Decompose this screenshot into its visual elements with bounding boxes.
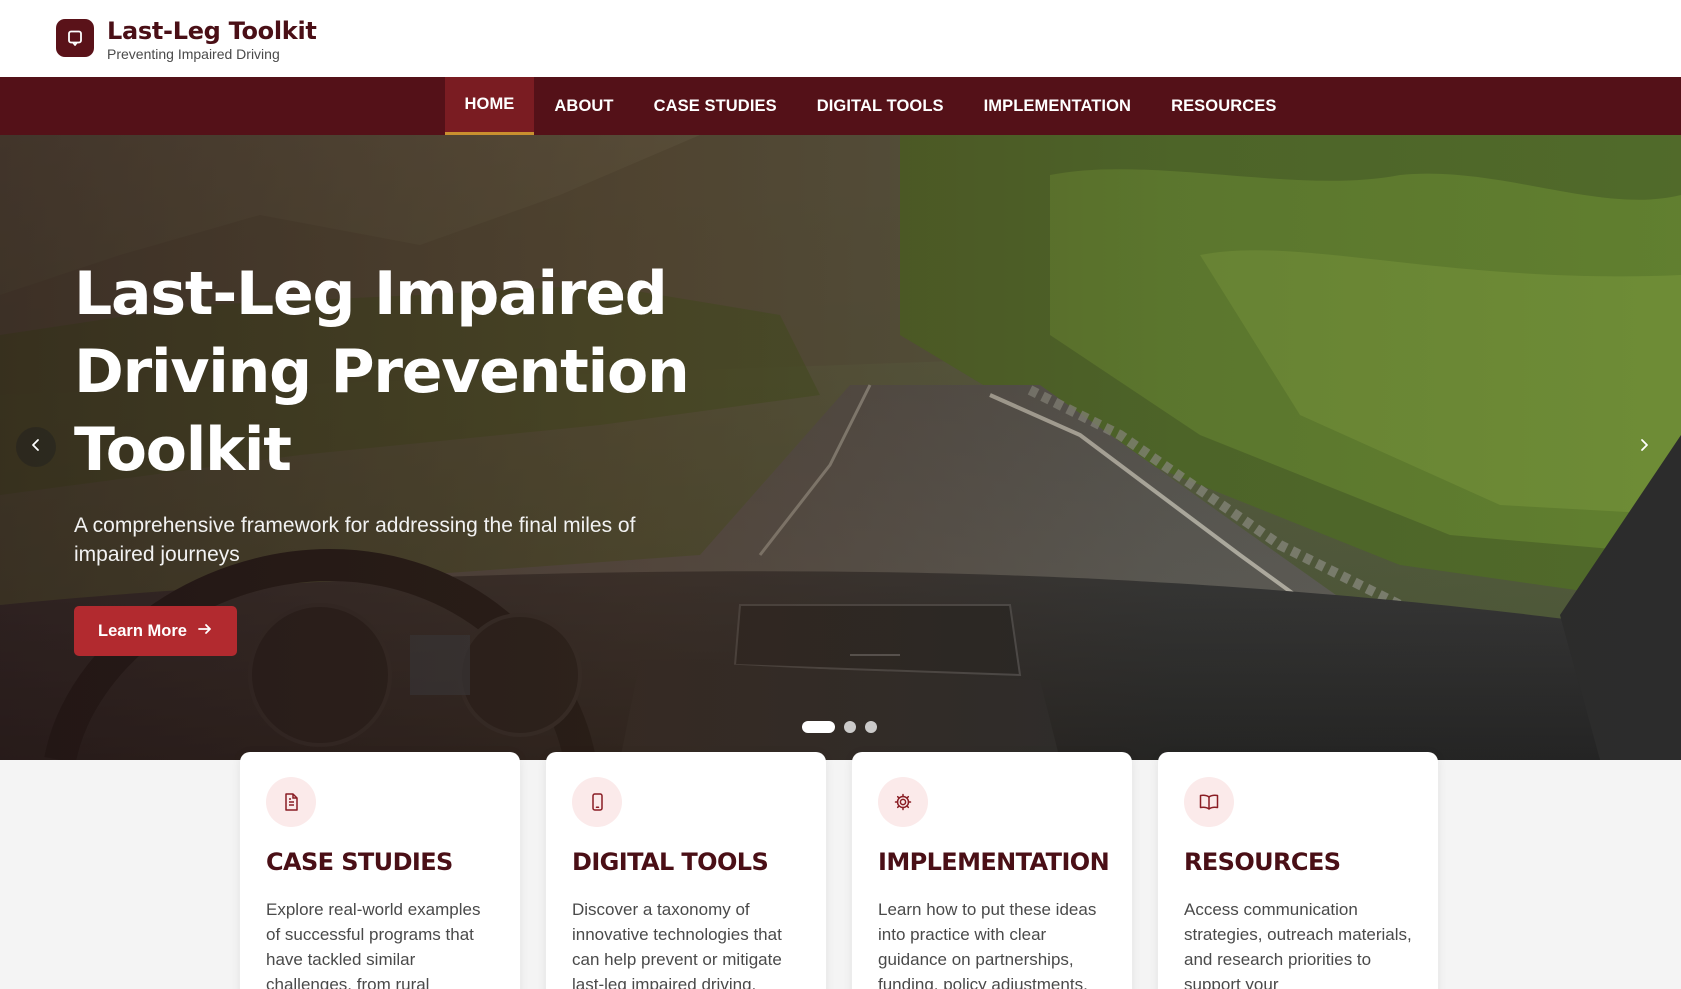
carousel-dots — [802, 721, 877, 733]
learn-more-label: Learn More — [98, 621, 187, 640]
card-text: Access communication strategies, outreac… — [1184, 900, 1412, 989]
hero-title: Last-Leg Impaired Driving Prevention Too… — [74, 259, 690, 485]
nav-item-home[interactable]: HOME — [444, 77, 535, 135]
card-implementation[interactable]: IMPLEMENTATION Learn how to put these id… — [852, 752, 1132, 989]
brand[interactable]: Last-Leg Toolkit Preventing Impaired Dri… — [56, 17, 317, 63]
nav-item-about[interactable]: ABOUT — [534, 77, 633, 135]
card-title: RESOURCES — [1184, 848, 1341, 876]
hero-carousel: Last-Leg Impaired Driving Prevention Too… — [0, 135, 1681, 760]
chat-bubble-icon — [56, 19, 94, 57]
nav-item-digital-tools[interactable]: DIGITAL TOOLS — [797, 77, 964, 135]
card-digital-tools[interactable]: DIGITAL TOOLS Discover a taxonomy of inn… — [546, 752, 826, 989]
carousel-dot-3[interactable] — [865, 721, 877, 733]
brand-subtitle: Preventing Impaired Driving — [107, 46, 280, 62]
card-text: Explore real-world examples of successfu… — [266, 900, 481, 989]
nav-item-resources[interactable]: RESOURCES — [1151, 77, 1296, 135]
open-book-icon — [1184, 777, 1234, 827]
card-title: IMPLEMENTATION — [878, 848, 1110, 876]
arrow-right-icon — [197, 621, 213, 642]
nav-item-case-studies[interactable]: CASE STUDIES — [634, 77, 797, 135]
feature-cards: CASE STUDIES Explore real-world examples… — [240, 752, 1438, 989]
gear-icon — [878, 777, 928, 827]
document-icon — [266, 777, 316, 827]
learn-more-button[interactable]: Learn More — [74, 606, 237, 656]
card-text: Learn how to put these ideas into practi… — [878, 900, 1097, 989]
mobile-phone-icon — [572, 777, 622, 827]
card-title: DIGITAL TOOLS — [572, 848, 769, 876]
chevron-left-icon — [29, 438, 43, 457]
carousel-next-button[interactable] — [1624, 427, 1664, 467]
nav-item-implementation[interactable]: IMPLEMENTATION — [964, 77, 1151, 135]
card-resources[interactable]: RESOURCES Access communication strategie… — [1158, 752, 1438, 989]
main-nav: HOME ABOUT CASE STUDIES DIGITAL TOOLS IM… — [0, 77, 1681, 135]
chevron-right-icon — [1637, 438, 1651, 457]
hero-content: Last-Leg Impaired Driving Prevention Too… — [74, 255, 714, 656]
card-title: CASE STUDIES — [266, 848, 453, 876]
carousel-dot-2[interactable] — [844, 721, 856, 733]
card-text: Discover a taxonomy of innovative techno… — [572, 900, 782, 989]
card-case-studies[interactable]: CASE STUDIES Explore real-world examples… — [240, 752, 520, 989]
hero-description: A comprehensive framework for addressing… — [74, 514, 636, 566]
brand-title: Last-Leg Toolkit — [107, 17, 317, 45]
carousel-prev-button[interactable] — [16, 427, 56, 467]
carousel-dot-1[interactable] — [802, 721, 835, 733]
site-header: Last-Leg Toolkit Preventing Impaired Dri… — [0, 0, 1681, 77]
